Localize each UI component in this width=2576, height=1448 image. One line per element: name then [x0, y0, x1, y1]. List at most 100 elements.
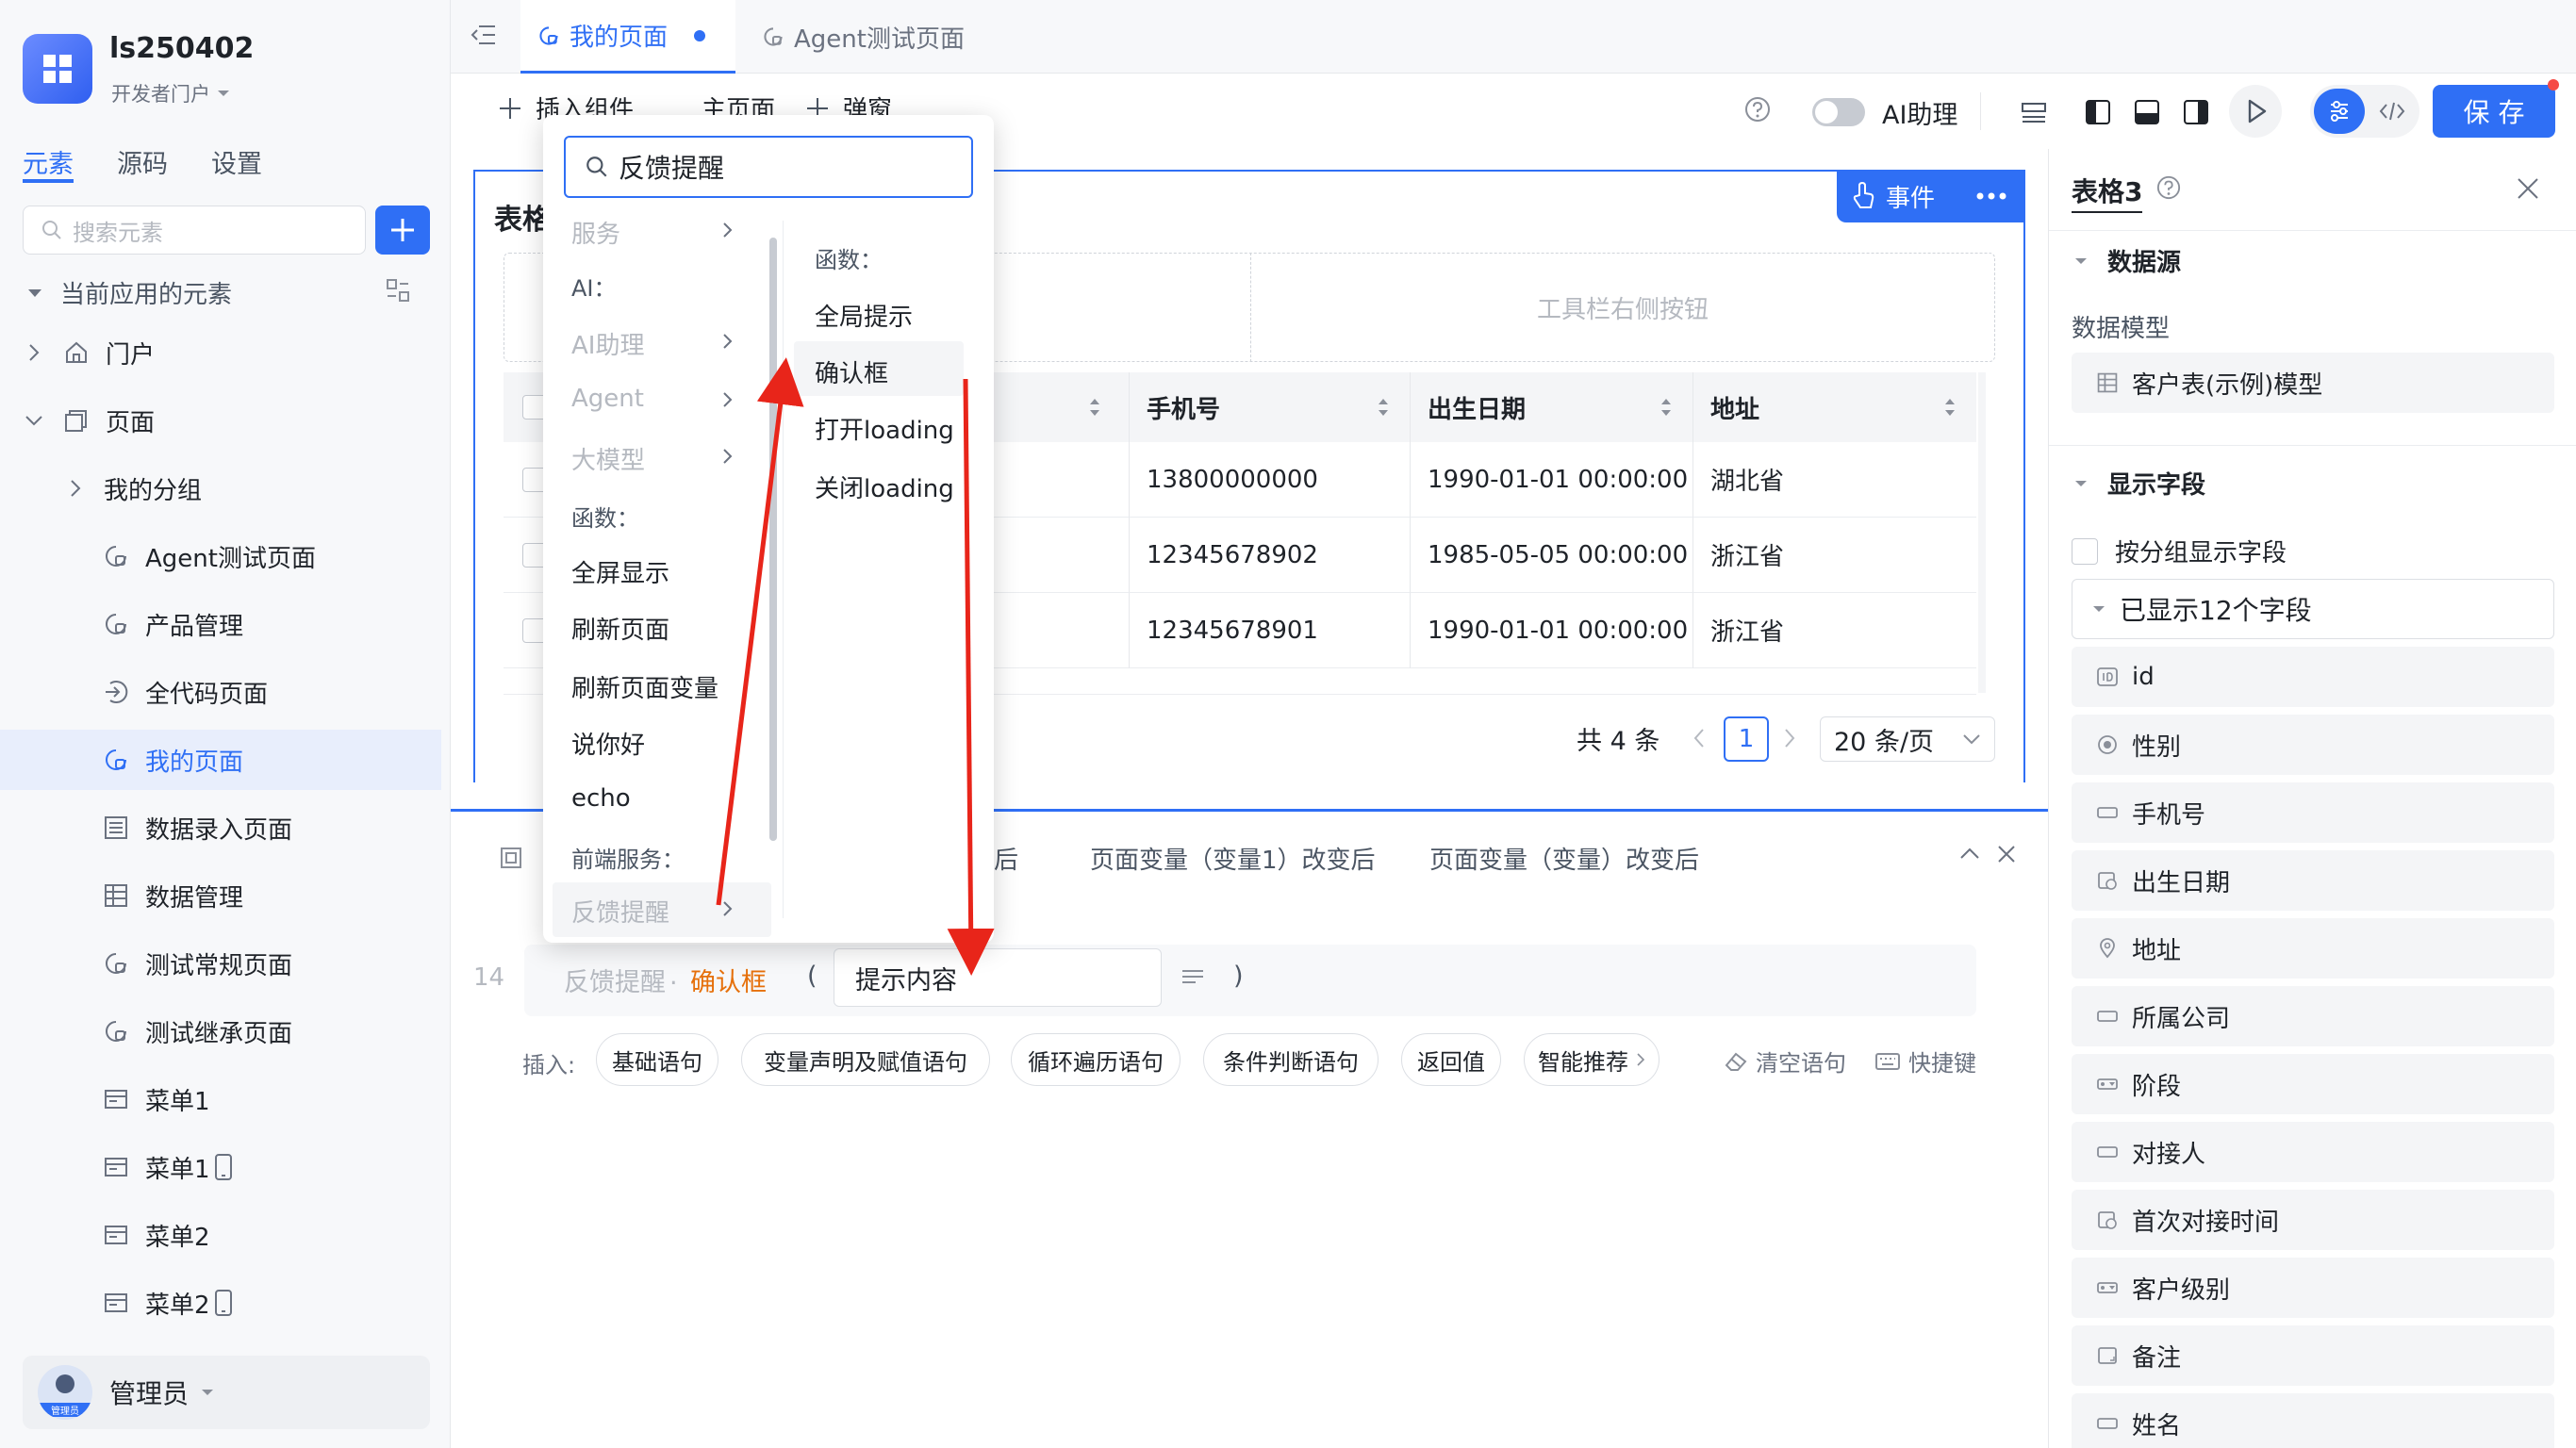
tree-item-menu2-mobile[interactable]: 菜单2	[0, 1273, 441, 1333]
right-panel-icon[interactable]	[2182, 98, 2210, 126]
element-search[interactable]: 搜索元素	[23, 206, 366, 255]
code-mode-option[interactable]	[2369, 89, 2416, 134]
chip-var-declare[interactable]: 变量声明及赋值语句	[741, 1033, 990, 1086]
tree-item-full-code[interactable]: 全代码页面	[0, 662, 441, 722]
section-data-source[interactable]: 数据源	[2073, 243, 2181, 278]
sort-icon[interactable]	[1376, 395, 1391, 420]
save-button[interactable]: 保 存	[2433, 85, 2555, 138]
data-model-select[interactable]: 客户表(示例)模型	[2072, 353, 2554, 413]
tab-agent-test[interactable]: Agent测试页面	[762, 0, 965, 74]
tab-my-page[interactable]: 我的页面	[520, 0, 735, 74]
tree-item-portal[interactable]: 门户	[0, 322, 441, 383]
event-button[interactable]: 事件	[1850, 175, 1935, 217]
tree-item-data-entry[interactable]: 数据录入页面	[0, 798, 441, 858]
close-panel-icon[interactable]	[1997, 845, 2016, 864]
function-confirm-dialog[interactable]: 确认框	[815, 354, 888, 389]
tab-elements[interactable]: 元素	[23, 143, 74, 180]
field-item[interactable]: 手机号	[2072, 782, 2554, 843]
more-actions-icon[interactable]	[1971, 175, 2012, 217]
field-item[interactable]: 性别	[2072, 715, 2554, 775]
shown-fields-toggle[interactable]: 已显示12个字段	[2072, 579, 2554, 639]
function-close-loading[interactable]: 关闭loading	[815, 469, 954, 504]
tree-item-menu1[interactable]: 菜单1	[0, 1069, 441, 1129]
category-llm[interactable]: 大模型	[571, 441, 645, 476]
field-item[interactable]: 首次对接时间	[2072, 1190, 2554, 1250]
category-feedback[interactable]: 反馈提醒	[571, 894, 669, 929]
section-current-elements[interactable]: 当前应用的元素	[26, 275, 232, 310]
field-item[interactable]: 地址	[2072, 918, 2554, 979]
field-item[interactable]: 姓名	[2072, 1393, 2554, 1448]
event-tab-partial[interactable]: 后	[994, 841, 1018, 876]
table-scrollbar[interactable]	[1978, 372, 1986, 693]
list-scrollbar[interactable]	[769, 238, 777, 841]
design-mode-option[interactable]	[2314, 89, 2365, 134]
field-item[interactable]: 阶段	[2072, 1054, 2554, 1114]
field-item[interactable]: 出生日期	[2072, 850, 2554, 911]
next-page-icon[interactable]	[1782, 726, 1797, 750]
category-service[interactable]: 服务	[571, 215, 620, 250]
param-input[interactable]: 提示内容	[834, 948, 1162, 1007]
sort-icon[interactable]	[1087, 395, 1102, 420]
tree-item-data-mgmt[interactable]: 数据管理	[0, 865, 441, 926]
chip-basic-statement[interactable]: 基础语句	[596, 1033, 718, 1086]
tree-item-menu2[interactable]: 菜单2	[0, 1205, 441, 1265]
layout-icon[interactable]	[385, 277, 411, 304]
column-header-address[interactable]: 地址	[1693, 372, 1976, 442]
prev-page-icon[interactable]	[1692, 726, 1707, 750]
layout-grid-icon[interactable]	[2020, 98, 2048, 126]
field-item[interactable]: id	[2072, 647, 2554, 707]
help-icon[interactable]	[2156, 175, 2181, 200]
toolbar-right-slot[interactable]: 工具栏右侧按钮	[1250, 253, 1995, 362]
function-fullscreen[interactable]: 全屏显示	[571, 554, 669, 589]
field-item[interactable]: 所属公司	[2072, 986, 2554, 1046]
chip-smart-recommend[interactable]: 智能推荐	[1524, 1033, 1660, 1086]
function-refresh-page-vars[interactable]: 刷新页面变量	[571, 669, 718, 704]
function-open-loading[interactable]: 打开loading	[815, 411, 954, 446]
close-icon[interactable]	[2517, 177, 2539, 200]
ai-assistant-toggle[interactable]	[1812, 98, 1865, 126]
group-display-checkbox[interactable]	[2072, 537, 2098, 565]
preview-button[interactable]	[2229, 85, 2282, 138]
function-refresh-page[interactable]: 刷新页面	[571, 611, 669, 646]
sort-icon[interactable]	[1942, 395, 1957, 420]
add-element-button[interactable]	[375, 206, 430, 255]
section-display-fields[interactable]: 显示字段	[2073, 466, 2205, 501]
function-search-input[interactable]: 反馈提醒	[564, 136, 973, 198]
column-header-phone[interactable]: 手机号	[1130, 372, 1411, 442]
sort-icon[interactable]	[1659, 395, 1674, 420]
function-say-hello[interactable]: 说你好	[571, 726, 645, 761]
component-name[interactable]: 表格3	[2072, 172, 2143, 213]
field-item[interactable]: 对接人	[2072, 1122, 2554, 1182]
tab-source[interactable]: 源码	[117, 143, 168, 180]
chip-condition[interactable]: 条件判断语句	[1203, 1033, 1379, 1086]
collapse-panel-icon[interactable]	[1959, 847, 1980, 860]
field-item[interactable]: 客户级别	[2072, 1258, 2554, 1318]
tree-item-pages[interactable]: 页面	[0, 390, 441, 451]
category-ai-assistant[interactable]: AI助理	[571, 326, 644, 361]
chip-loop[interactable]: 循环遍历语句	[1011, 1033, 1181, 1086]
current-page[interactable]: 1	[1724, 716, 1769, 762]
tab-settings[interactable]: 设置	[211, 143, 262, 180]
tree-item-test-regular[interactable]: 测试常规页面	[0, 933, 441, 994]
help-icon[interactable]	[1744, 96, 1771, 123]
category-agent[interactable]: Agent	[571, 385, 644, 413]
tree-item-my-group[interactable]: 我的分组	[0, 458, 441, 518]
field-item[interactable]: 备注	[2072, 1325, 2554, 1386]
portal-switcher[interactable]: 开发者门户	[111, 79, 231, 107]
left-panel-icon[interactable]	[2084, 98, 2112, 126]
tree-item-product[interactable]: 产品管理	[0, 594, 441, 654]
user-menu[interactable]: 管理员 管理员	[23, 1356, 430, 1429]
event-tab-var-change[interactable]: 页面变量（变量）改变后	[1429, 841, 1699, 876]
tree-item-menu1-mobile[interactable]: 菜单1	[0, 1137, 441, 1197]
tree-item-my-page[interactable]: 我的页面	[0, 730, 441, 790]
tree-item-test-inherit[interactable]: 测试继承页面	[0, 1001, 441, 1061]
function-echo[interactable]: echo	[571, 784, 631, 813]
bottom-panel-icon[interactable]	[2133, 98, 2161, 126]
shortcut-button[interactable]: 快捷键	[1874, 1045, 1976, 1078]
function-global-toast[interactable]: 全局提示	[815, 298, 913, 333]
clear-statements-button[interactable]: 清空语句	[1724, 1045, 1846, 1078]
collapse-sidebar-icon[interactable]	[470, 21, 498, 49]
column-header-birthdate[interactable]: 出生日期	[1411, 372, 1693, 442]
chip-return[interactable]: 返回值	[1401, 1033, 1501, 1086]
mode-switch[interactable]	[2310, 85, 2419, 138]
